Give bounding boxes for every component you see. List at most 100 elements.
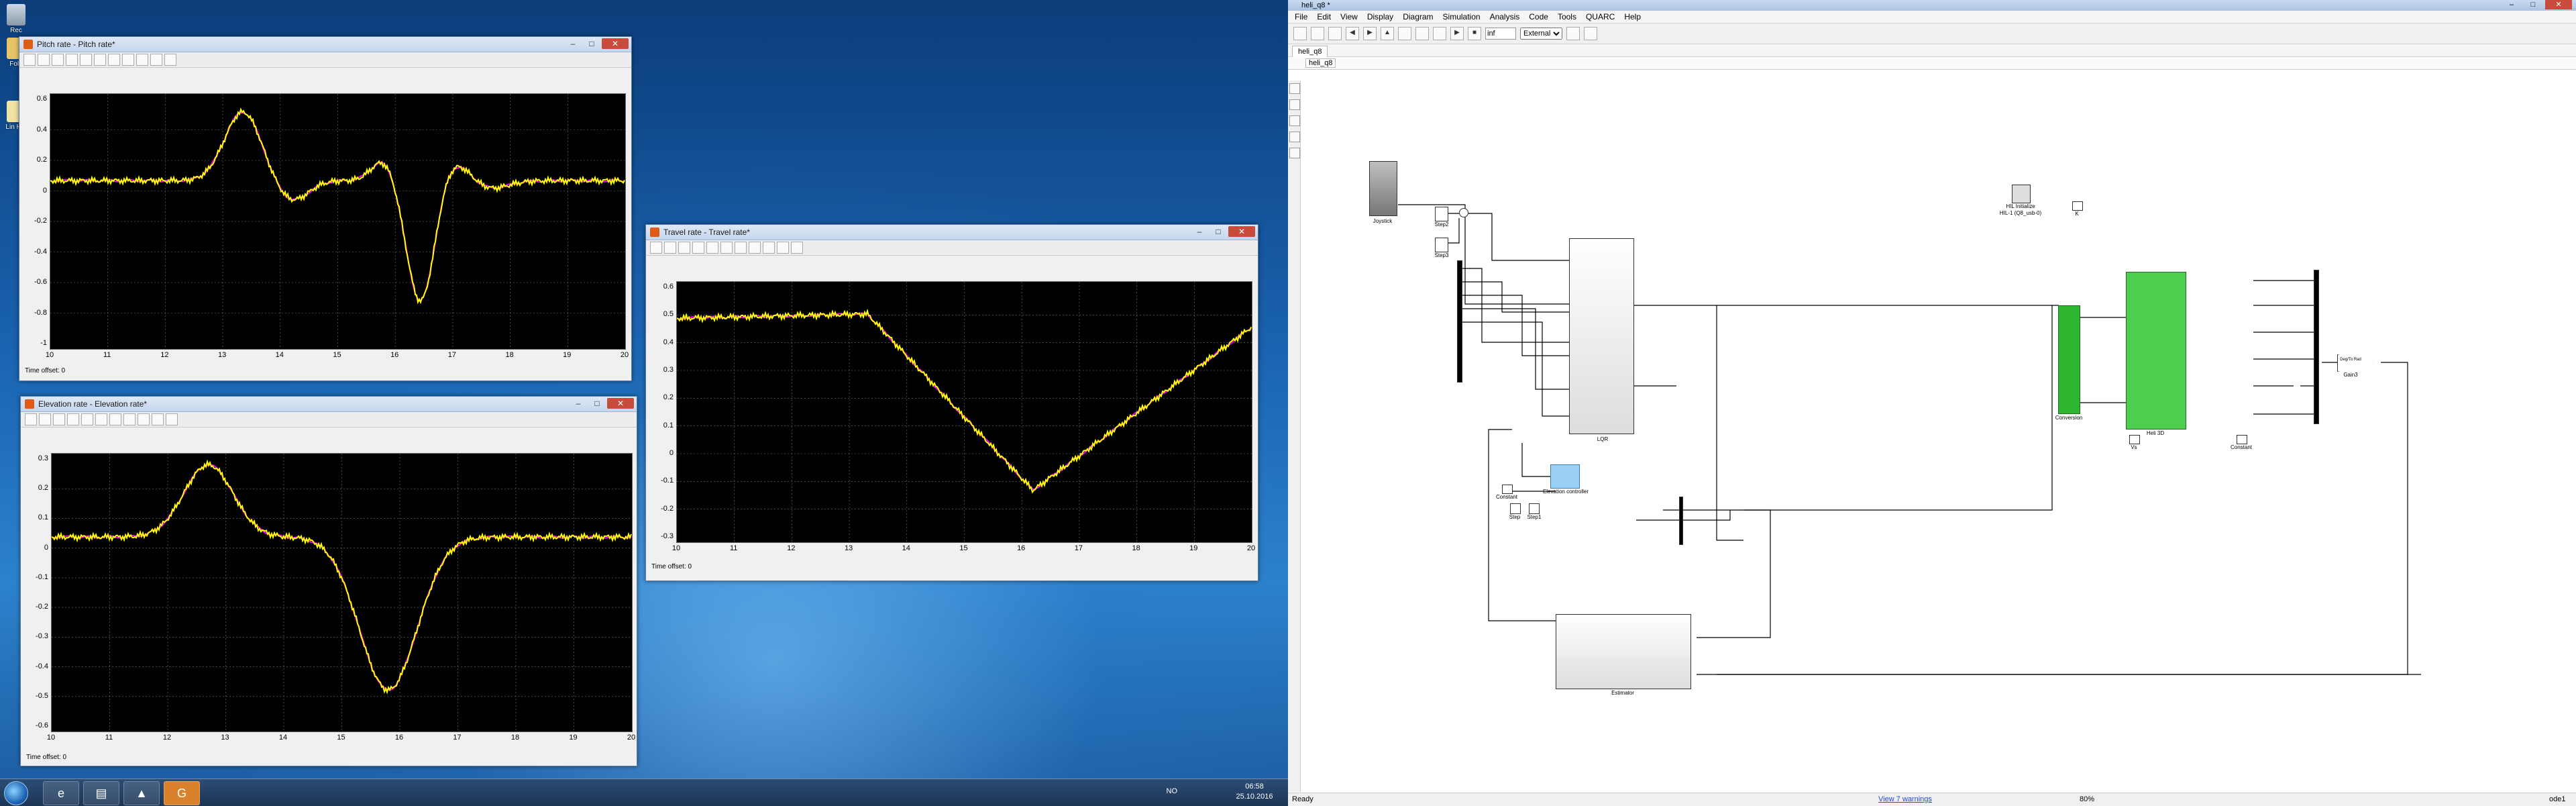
maximize-button[interactable]: □ (583, 38, 600, 49)
stop-icon[interactable]: ■ (1468, 27, 1481, 40)
zoom-icon[interactable] (52, 54, 64, 66)
lock-icon[interactable] (152, 413, 164, 425)
settings-icon[interactable] (38, 54, 50, 66)
zoom-y-icon[interactable] (81, 413, 93, 425)
warnings-link[interactable]: View 7 warnings (1878, 795, 1932, 803)
params-icon[interactable] (166, 413, 178, 425)
travel-rate-scope-window[interactable]: Travel rate - Travel rate* – □ ✕ Time offs… (645, 224, 1258, 581)
forward-icon[interactable]: ▶ (1363, 27, 1377, 40)
menu-view[interactable]: View (1340, 12, 1358, 21)
tab-heli-q8[interactable]: heli_q8 (1292, 46, 1328, 57)
travel-rate-plot[interactable] (676, 281, 1252, 543)
connect-icon[interactable] (1433, 27, 1446, 40)
step-block[interactable] (1510, 503, 1521, 514)
menu-display[interactable]: Display (1367, 12, 1393, 21)
settings-icon[interactable] (39, 413, 51, 425)
new-icon[interactable] (1293, 27, 1307, 40)
zoom-icon[interactable] (678, 242, 690, 254)
estimator-mux-block[interactable] (1679, 497, 1683, 545)
menu-simulation[interactable]: Simulation (1443, 12, 1481, 21)
fit-view-icon[interactable] (1289, 99, 1300, 110)
lock-icon[interactable] (150, 54, 162, 66)
model-settings-icon[interactable] (1415, 27, 1429, 40)
params-icon[interactable] (164, 54, 176, 66)
print-icon[interactable] (25, 413, 37, 425)
minimize-button[interactable]: – (2502, 0, 2521, 9)
model-canvas[interactable]: Joystick Step2 Step3 LQR HIL Initialize … (1301, 81, 2576, 792)
step2-block[interactable] (1435, 207, 1448, 221)
elevation-rate-scope-window[interactable]: Elevation rate - Elevation rate* – □ ✕ Tim… (20, 396, 637, 766)
menu-tools[interactable]: Tools (1558, 12, 1576, 21)
params-icon[interactable] (791, 242, 803, 254)
arrow-icon[interactable] (1289, 115, 1300, 126)
menu-diagram[interactable]: Diagram (1403, 12, 1433, 21)
back-icon[interactable]: ◀ (1346, 27, 1359, 40)
close-button[interactable]: ✕ (2545, 0, 2572, 9)
sim-mode-select[interactable]: External (1520, 28, 1562, 40)
step1-block[interactable] (1529, 503, 1540, 514)
mux-block[interactable] (1457, 260, 1462, 383)
sum-block[interactable] (1459, 208, 1468, 217)
k-display-block[interactable] (2072, 201, 2083, 211)
library-icon[interactable] (1398, 27, 1411, 40)
elevation-rate-plot[interactable] (51, 453, 633, 732)
title-bar[interactable]: Travel rate - Travel rate* – □ ✕ (646, 225, 1258, 240)
vs-display-block[interactable] (2129, 435, 2140, 444)
joystick-block[interactable] (1369, 161, 1397, 216)
folder-icon[interactable]: ▤ (83, 781, 119, 805)
autoscale-icon[interactable] (95, 413, 107, 425)
maximize-button[interactable]: □ (1210, 226, 1227, 237)
clock[interactable]: 06:58 25.10.2016 (1228, 782, 1281, 802)
minimize-button[interactable]: – (1191, 226, 1208, 237)
print-icon[interactable] (650, 242, 662, 254)
elevation-controller-block[interactable] (1550, 464, 1580, 489)
menu-help[interactable]: Help (1624, 12, 1641, 21)
close-button[interactable]: ✕ (607, 398, 634, 409)
maximize-button[interactable]: □ (2524, 0, 2542, 9)
maximize-button[interactable]: □ (588, 398, 606, 409)
language-indicator[interactable]: NO (1167, 787, 1178, 795)
menu-edit[interactable]: Edit (1317, 12, 1331, 21)
save-axes-icon[interactable] (108, 54, 120, 66)
minimize-button[interactable]: – (564, 38, 582, 49)
open-icon[interactable] (1311, 27, 1324, 40)
menu-analysis[interactable]: Analysis (1490, 12, 1520, 21)
constant-left-block[interactable] (1502, 485, 1513, 494)
restore-axes-icon[interactable] (122, 54, 134, 66)
annotation-icon[interactable] (1289, 132, 1300, 142)
float-icon[interactable] (138, 413, 150, 425)
zoom-icon[interactable] (1289, 83, 1300, 94)
menu-code[interactable]: Code (1529, 12, 1548, 21)
output-mux-block[interactable] (2314, 270, 2319, 424)
hil-initialize-block[interactable] (2012, 185, 2031, 203)
grid-icon[interactable] (1584, 27, 1597, 40)
zoom-y-icon[interactable] (706, 242, 718, 254)
pitch-rate-scope-window[interactable]: Pitch rate - Pitch rate* – □ ✕ Time offset… (19, 36, 632, 381)
constant-right-block[interactable] (2237, 435, 2247, 444)
zoom-x-icon[interactable] (66, 54, 78, 66)
title-bar[interactable]: heli_q8 * – □ ✕ (1288, 0, 2576, 11)
save-axes-icon[interactable] (109, 413, 121, 425)
menu-quarc[interactable]: QUARC (1586, 12, 1615, 21)
run-icon[interactable]: ▶ (1450, 27, 1464, 40)
close-button[interactable]: ✕ (1228, 226, 1255, 237)
heli-3d-block[interactable] (2126, 272, 2186, 430)
print-icon[interactable] (23, 54, 36, 66)
settings-icon[interactable] (664, 242, 676, 254)
title-bar[interactable]: Elevation rate - Elevation rate* – □ ✕ (21, 397, 637, 412)
zoom-x-icon[interactable] (67, 413, 79, 425)
restore-axes-icon[interactable] (123, 413, 136, 425)
recycle-bin-icon[interactable]: Rec (3, 4, 30, 34)
lqr-subsystem-block[interactable] (1569, 238, 1634, 434)
ie-icon[interactable]: e (43, 781, 79, 805)
zoom-y-icon[interactable] (80, 54, 92, 66)
float-icon[interactable] (763, 242, 775, 254)
estimator-subsystem-block[interactable] (1556, 614, 1691, 689)
zoom-x-icon[interactable] (692, 242, 704, 254)
zoom-icon[interactable] (53, 413, 65, 425)
pitch-rate-plot[interactable] (50, 93, 626, 350)
autoscale-icon[interactable] (94, 54, 106, 66)
minimize-button[interactable]: – (570, 398, 587, 409)
lock-icon[interactable] (777, 242, 789, 254)
image-icon[interactable] (1289, 148, 1300, 158)
